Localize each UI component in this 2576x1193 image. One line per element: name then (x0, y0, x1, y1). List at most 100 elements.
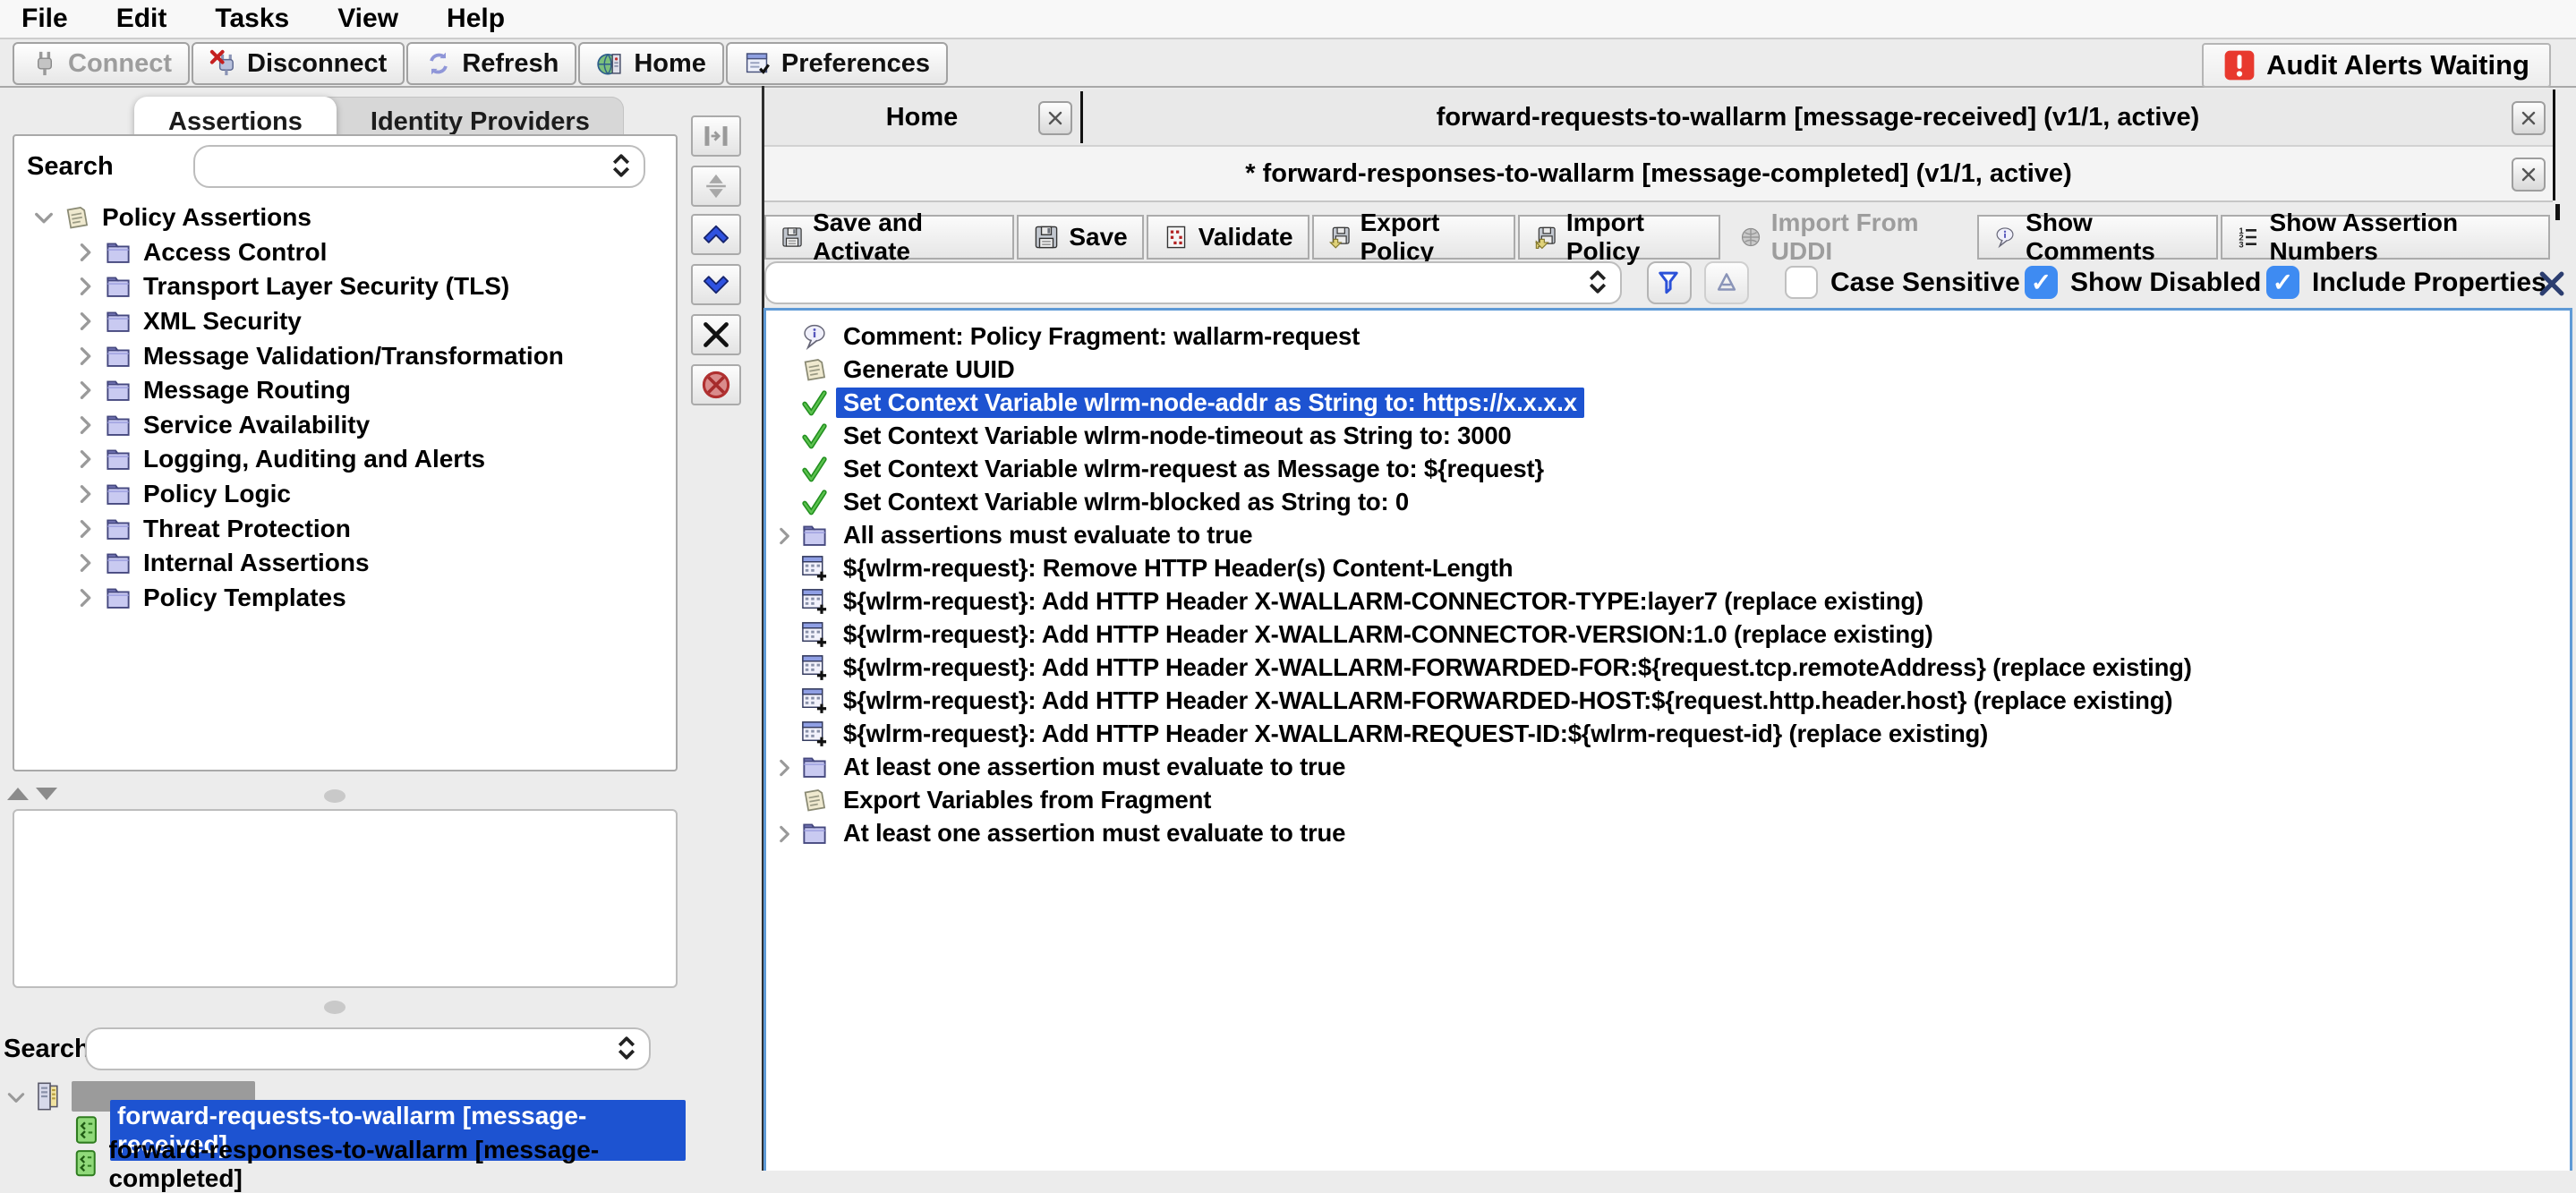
audit-alerts-button[interactable]: Audit Alerts Waiting (2202, 43, 2551, 88)
policy-assertion-row[interactable]: ${wlrm-request}: Add HTTP Header X-WALLA… (766, 584, 2570, 618)
tree-item-forward-responses-to-wallarm-message-completed[interactable]: forward-responses-to-wallarm [message-co… (5, 1147, 686, 1181)
move-up-button[interactable] (691, 214, 741, 255)
policy-assertion-row[interactable]: ${wlrm-request}: Add HTTP Header X-WALLA… (766, 618, 2570, 651)
import-policy-button[interactable]: Import Policy (1518, 215, 1720, 260)
home-button[interactable]: Home (578, 42, 724, 85)
chevron-right-icon[interactable] (73, 586, 97, 609)
policy-assertion-row[interactable]: ${wlrm-request}: Add HTTP Header X-WALLA… (766, 717, 2570, 750)
tree-item-message-routing[interactable]: Message Routing (20, 373, 664, 408)
tree-item-policy-assertions[interactable]: Policy Assertions (20, 200, 664, 235)
show-disabled-checkbox[interactable] (2025, 266, 2058, 299)
chevron-right-icon[interactable] (73, 482, 97, 506)
tab-forward-requests[interactable]: forward-requests-to-wallarm [message-rec… (1083, 89, 2553, 145)
disconnect-button[interactable]: Disconnect (192, 42, 405, 85)
save-and-activate-button[interactable]: Save and Activate (764, 215, 1014, 260)
chevron-down-icon[interactable] (5, 1086, 27, 1107)
tree-item-logging-auditing-and-alerts[interactable]: Logging, Auditing and Alerts (20, 442, 664, 477)
policy-search-input[interactable] (764, 261, 1622, 304)
disable-assertion-button[interactable] (691, 364, 741, 405)
policy-assertion-row[interactable]: Set Context Variable wlrm-node-timeout a… (766, 419, 2570, 452)
expand-collapse-button[interactable] (691, 166, 741, 207)
tree-item-policy-logic[interactable]: Policy Logic (20, 477, 664, 512)
menu-view[interactable]: View (313, 0, 422, 38)
stepper-icon[interactable] (1582, 267, 1613, 297)
menu-file[interactable]: File (16, 0, 92, 38)
tab-forward-responses[interactable]: * forward-responses-to-wallarm [message-… (764, 147, 2553, 200)
chevron-spacer (773, 690, 795, 712)
chevron-right-icon[interactable] (73, 413, 97, 437)
editor-tab-row-1: Home forward-requests-to-wallarm [messag… (764, 89, 2553, 147)
policy-assertion-row[interactable]: ${wlrm-request}: Add HTTP Header X-WALLA… (766, 651, 2570, 684)
assertion-text: At least one assertion must evaluate to … (836, 818, 1352, 848)
filter-button[interactable] (1647, 261, 1692, 304)
tab-home-close-button[interactable] (1038, 101, 1072, 135)
tree-item-policy-templates[interactable]: Policy Templates (20, 581, 664, 616)
move-down-button[interactable] (691, 264, 741, 305)
chevron-right-icon[interactable] (73, 447, 97, 471)
chevron-right-icon[interactable] (73, 551, 97, 575)
chevron-right-icon[interactable] (73, 517, 97, 541)
preferences-button[interactable]: Preferences (726, 42, 948, 85)
refresh-button[interactable]: Refresh (406, 42, 576, 85)
stepper-icon[interactable] (606, 150, 636, 181)
include-properties-checkbox[interactable] (2266, 266, 2299, 299)
chevron-right-icon[interactable] (773, 822, 795, 844)
chevron-right-icon[interactable] (773, 524, 795, 546)
delete-assertion-button[interactable] (691, 314, 741, 355)
validate-button[interactable]: Validate (1147, 215, 1309, 260)
close-filter-button[interactable] (2537, 268, 2567, 299)
tab-forward-requests-label: forward-requests-to-wallarm [message-rec… (1437, 103, 2200, 132)
services-search-input[interactable] (85, 1027, 651, 1070)
chevron-right-icon[interactable] (73, 241, 97, 264)
connect-icon (30, 49, 59, 78)
show-comments-button[interactable]: Show Comments (1977, 215, 2218, 260)
chevron-right-icon[interactable] (73, 310, 97, 333)
tree-item-access-control[interactable]: Access Control (20, 235, 664, 270)
chevron-right-icon[interactable] (73, 345, 97, 368)
tree-item-internal-assertions[interactable]: Internal Assertions (20, 546, 664, 581)
tree-item-transport-layer-security-tls[interactable]: Transport Layer Security (TLS) (20, 269, 664, 304)
policy-assertion-row[interactable]: At least one assertion must evaluate to … (766, 750, 2570, 783)
tree-item-threat-protection[interactable]: Threat Protection (20, 511, 664, 546)
chevron-right-icon[interactable] (73, 379, 97, 402)
policy-assertion-row[interactable]: ${wlrm-request}: Add HTTP Header X-WALLA… (766, 684, 2570, 717)
splitter-handle[interactable] (324, 789, 345, 803)
policy-assertion-row[interactable]: At least one assertion must evaluate to … (766, 816, 2570, 849)
policy-assertion-row[interactable]: Generate UUID (766, 353, 2570, 386)
chevron-down-icon[interactable] (32, 206, 55, 229)
chevron-right-icon[interactable] (73, 275, 97, 298)
policy-assertion-row[interactable]: All assertions must evaluate to true (766, 518, 2570, 551)
policy-toolbar: Save and Activate Save Validate Export P… (764, 213, 2553, 261)
connect-button[interactable]: Connect (13, 42, 190, 85)
policy-assertion-row[interactable]: ${wlrm-request}: Remove HTTP Header(s) C… (766, 551, 2570, 584)
chevron-right-icon[interactable] (773, 756, 795, 778)
add-assertion-button[interactable] (691, 115, 741, 157)
stepper-icon[interactable] (611, 1033, 642, 1063)
tab-forward-responses-close-button[interactable] (2512, 158, 2546, 192)
splitter-handle[interactable] (324, 1001, 345, 1014)
clear-filter-button[interactable] (1704, 261, 1749, 304)
menu-tasks[interactable]: Tasks (191, 0, 313, 38)
tree-item-service-availability[interactable]: Service Availability (20, 408, 664, 443)
assertion-text: ${wlrm-request}: Add HTTP Header X-WALLA… (836, 619, 1941, 650)
import-from-uddi-button[interactable]: Import From UDDI (1723, 215, 1975, 260)
save-button[interactable]: Save (1017, 215, 1143, 260)
menu-help[interactable]: Help (422, 0, 529, 38)
case-sensitive-checkbox[interactable] (1785, 266, 1818, 299)
policy-assertion-row[interactable]: Set Context Variable wlrm-blocked as Str… (766, 485, 2570, 518)
tree-item-label: Logging, Auditing and Alerts (143, 445, 485, 473)
note-icon (63, 203, 91, 232)
palette-search-input[interactable] (193, 145, 645, 188)
tree-item-xml-security[interactable]: XML Security (20, 304, 664, 339)
export-policy-button[interactable]: Export Policy (1312, 215, 1515, 260)
policy-assertion-row[interactable]: Comment: Policy Fragment: wallarm-reques… (766, 320, 2570, 353)
tab-home[interactable]: Home (764, 89, 1079, 145)
policy-assertion-row[interactable]: Export Variables from Fragment (766, 783, 2570, 816)
splitter-collapse-controls[interactable] (7, 788, 57, 800)
policy-assertion-row[interactable]: Set Context Variable wlrm-request as Mes… (766, 452, 2570, 485)
tab-forward-requests-close-button[interactable] (2512, 101, 2546, 135)
tree-item-message-validation-transformation[interactable]: Message Validation/Transformation (20, 338, 664, 373)
show-assertion-numbers-button[interactable]: 123Show Assertion Numbers (2221, 215, 2550, 260)
policy-assertion-row[interactable]: Set Context Variable wlrm-node-addr as S… (766, 386, 2570, 419)
menu-edit[interactable]: Edit (92, 0, 192, 38)
